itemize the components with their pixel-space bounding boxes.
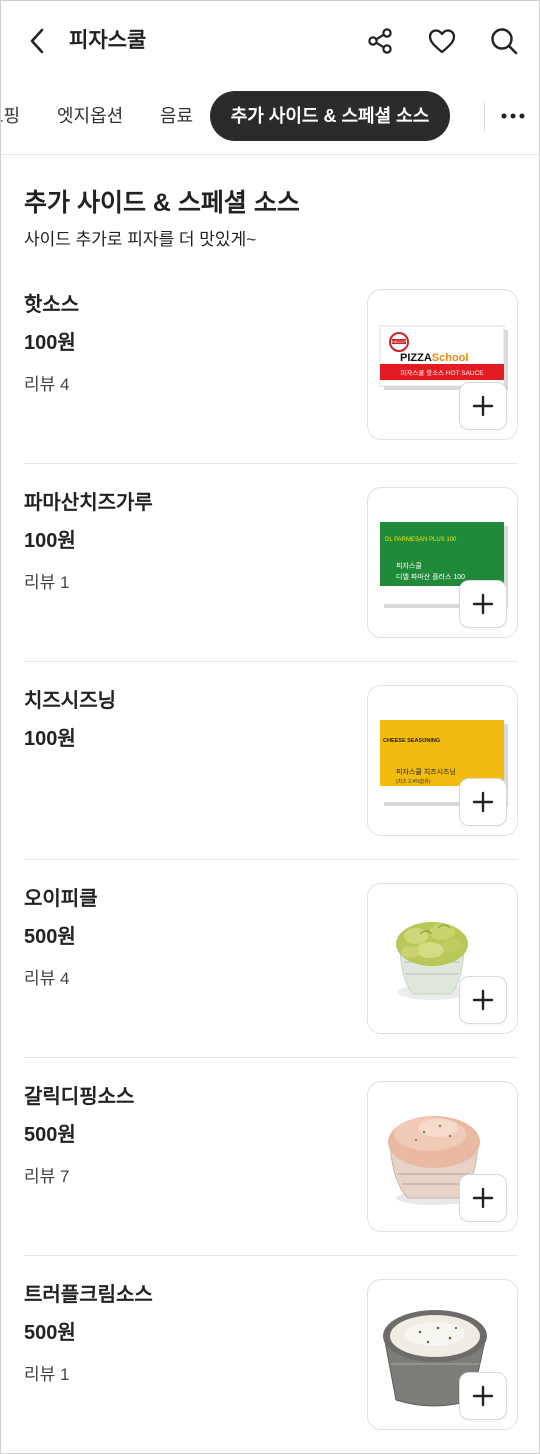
plus-icon [472,395,494,417]
item-divider [24,463,518,464]
item-name: 갈릭디핑소스 [24,1086,135,1108]
search-icon [491,28,518,55]
menu-item[interactable]: 갈릭디핑소스 500원 리뷰 7 [1,1081,539,1279]
item-divider [24,859,518,860]
package-line-2: 피자스쿨 [396,561,422,570]
menu-item[interactable]: 오이피클 500원 리뷰 4 [1,883,539,1081]
category-tabs: 토핑 엣지옵션 음료 추가 사이드 & 스페셜 소스 [1,87,539,145]
more-tabs-button[interactable] [497,101,529,131]
share-button[interactable] [364,25,396,57]
item-divider [24,1057,518,1058]
tab-side-special-sauce[interactable]: 추가 사이드 & 스페셜 소스 [210,91,450,141]
package-line-2: 피자스쿨 치즈시즈닝 [396,767,456,776]
menu-item[interactable]: 파마산치즈가루 100원 리뷰 1 DL PARMESAN PLUS 100 피… [1,487,539,685]
item-name: 파마산치즈가루 [24,492,153,514]
item-thumbnail [367,1279,518,1430]
item-name: 치즈시즈닝 [24,690,116,712]
top-app-bar: 피자스쿨 [1,1,539,81]
add-to-cart-button[interactable] [459,976,507,1024]
package-brand-school: School [432,352,469,364]
plus-icon [472,989,494,1011]
package-brand: PIZZA [400,352,432,364]
item-price: 500원 [24,1322,76,1344]
search-button[interactable] [488,25,520,57]
item-price: 100원 [24,728,76,750]
item-review-count: 리뷰 7 [24,1167,70,1186]
add-to-cart-button[interactable] [459,778,507,826]
plus-icon [472,791,494,813]
section-title: 추가 사이드 & 스페셜 소스 [24,189,300,217]
add-to-cart-button[interactable] [459,580,507,628]
item-review-count: 리뷰 4 [24,969,70,988]
tab-divider [484,103,485,131]
share-icon [368,28,392,54]
tab-drink[interactable]: 음료 [160,91,193,141]
chevron-left-icon [30,28,44,54]
app-frame: 피자스쿨 토핑 엣지옵션 음료 추가 사이드 & 스페셜 [0,0,540,1454]
item-review-count: 리뷰 1 [24,1365,70,1384]
more-horizontal-icon [501,113,525,119]
item-thumbnail: HACCP PIZZASchool 피자스쿨 핫소스 HOT SAUCE [367,289,518,440]
item-name: 오이피클 [24,888,98,910]
plus-icon [472,1385,494,1407]
package-line-3: 디엘 파마산 플러스 100 [396,572,465,581]
item-name: 핫소스 [24,294,80,316]
section-subtitle: 사이드 추가로 피자를 더 맛있게~ [24,230,257,249]
haccp-badge: HACCP [392,339,406,344]
item-divider [24,1255,518,1256]
item-thumbnail: DL PARMESAN PLUS 100 피자스쿨 디엘 파마산 플러스 100 [367,487,518,638]
svg-text:PIZZASchool: PIZZASchool [400,352,468,364]
item-price: 500원 [24,1124,76,1146]
package-label: 피자스쿨 핫소스 HOT SAUCE [400,368,484,377]
tab-topping[interactable]: 토핑 [1,91,20,141]
package-line-3: (치즈 2.4%함유) [396,778,431,785]
package-line-1: DL PARMESAN PLUS 100 [385,537,457,543]
back-button[interactable] [23,25,51,57]
package-line-1: CHEESE SEASONING [383,738,440,744]
plus-icon [472,593,494,615]
item-price: 100원 [24,530,76,552]
item-review-count: 리뷰 1 [24,573,70,592]
add-to-cart-button[interactable] [459,382,507,430]
tabs-divider [1,154,539,155]
menu-item[interactable]: 트러플크림소스 500원 리뷰 1 [1,1279,539,1453]
item-thumbnail [367,1081,518,1232]
add-to-cart-button[interactable] [459,1174,507,1222]
item-thumbnail [367,883,518,1034]
add-to-cart-button[interactable] [459,1372,507,1420]
item-name: 트러플크림소스 [24,1284,153,1306]
plus-icon [472,1187,494,1209]
heart-icon [428,29,456,54]
menu-item[interactable]: 핫소스 100원 리뷰 4 HACCP PIZZASchool 피자스쿨 핫소스… [1,289,539,487]
item-thumbnail: CHEESE SEASONING 피자스쿨 치즈시즈닝 (치즈 2.4%함유) [367,685,518,836]
item-price: 100원 [24,332,76,354]
tab-edge-option[interactable]: 엣지옵션 [57,91,123,141]
item-price: 500원 [24,926,76,948]
favorite-button[interactable] [426,25,458,57]
item-review-count: 리뷰 4 [24,375,70,394]
page-title: 피자스쿨 [69,29,147,52]
menu-item[interactable]: 치즈시즈닝 100원 CHEESE SEASONING 피자스쿨 치즈시즈닝 (… [1,685,539,883]
item-divider [24,661,518,662]
